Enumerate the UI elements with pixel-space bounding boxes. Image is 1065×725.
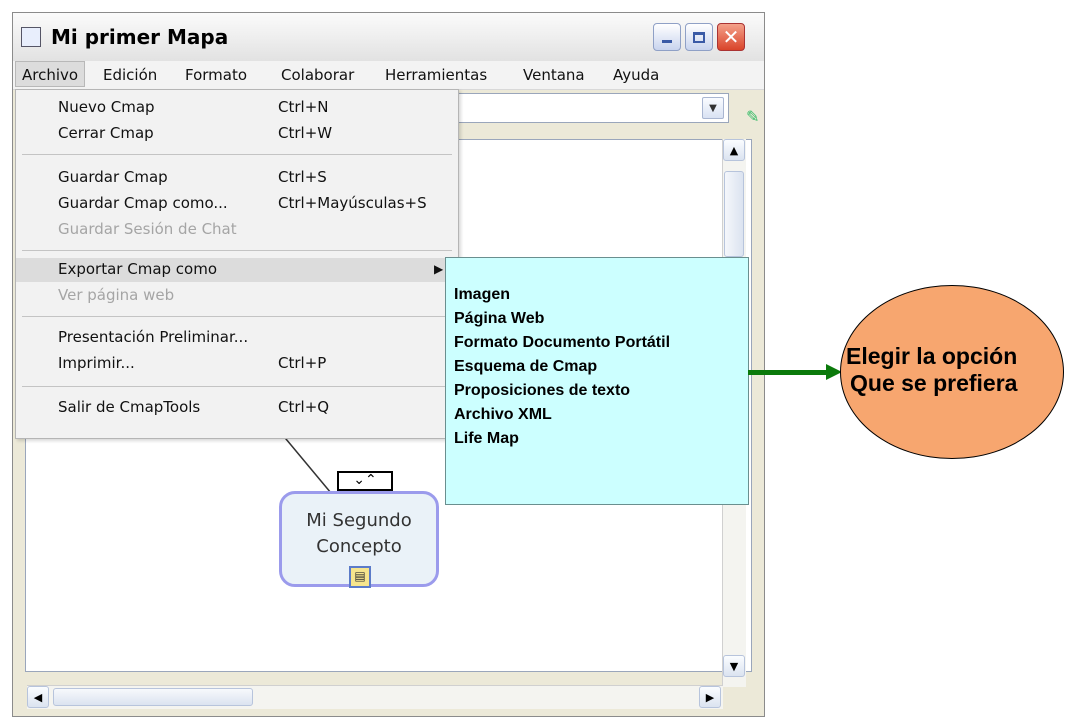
scroll-left-icon[interactable]: ◀ [27,686,49,708]
menu-item-guardar-cmap[interactable]: Guardar Cmap Ctrl+S [16,166,458,190]
menu-item-exportar-cmap[interactable]: Exportar Cmap como ▶ [16,258,458,282]
menu-separator [22,250,452,251]
submenu-item-imagen[interactable]: Imagen [454,286,510,304]
submenu-item-archivo-xml[interactable]: Archivo XML [454,406,552,424]
menu-item-ver-pagina-web: Ver página web [58,286,175,304]
callout-text: Elegir la opción Que se prefiera [846,343,1065,397]
submenu-item-esquema-cmap[interactable]: Esquema de Cmap [454,358,597,376]
archivo-menu: Nuevo Cmap Ctrl+N Cerrar Cmap Ctrl+W Gua… [15,89,459,439]
link-label-icon[interactable]: ⌄⌃ [337,471,393,491]
scroll-up-icon[interactable]: ▲ [723,139,745,161]
menu-item-salir[interactable]: Salir de CmapTools Ctrl+Q [16,396,458,420]
vertical-scroll-thumb[interactable] [724,171,744,257]
horizontal-scroll-thumb[interactable] [53,688,253,706]
callout-line2: Que se prefiera [850,370,1018,396]
menu-item-imprimir[interactable]: Imprimir... Ctrl+P [16,352,458,376]
application-window: Mi primer Mapa ✕ Archivo Edición Formato… [12,12,765,717]
pointer-arrow-line [748,370,832,375]
resource-icon[interactable]: ▤ [349,566,371,588]
submenu-item-proposiciones[interactable]: Proposiciones de texto [454,382,630,400]
callout-line1: Elegir la opción [846,343,1018,369]
scroll-right-icon[interactable]: ▶ [699,686,721,708]
menu-item-presentacion-preliminar[interactable]: Presentación Preliminar... [16,326,458,350]
submenu-item-pagina-web[interactable]: Página Web [454,310,544,328]
export-submenu: Imagen Página Web Formato Documento Port… [445,257,749,505]
submenu-item-pdf[interactable]: Formato Documento Portátil [454,334,670,352]
menu-separator [22,154,452,155]
concept-label-line1: Mi Segundo [306,510,412,531]
concept-label-line2: Concepto [316,536,402,557]
menu-item-guardar-sesion-chat: Guardar Sesión de Chat [58,220,237,238]
scroll-down-icon[interactable]: ▼ [723,655,745,677]
menu-item-guardar-cmap-como[interactable]: Guardar Cmap como... Ctrl+Mayúsculas+S [16,192,458,216]
menu-separator [22,316,452,317]
submenu-item-life-map[interactable]: Life Map [454,430,519,448]
menu-item-cerrar-cmap[interactable]: Cerrar Cmap Ctrl+W [16,122,458,146]
menu-item-nuevo-cmap[interactable]: Nuevo Cmap Ctrl+N [16,96,458,120]
submenu-arrow-icon: ▶ [434,262,444,276]
menu-separator [22,386,452,387]
concept-node[interactable]: Mi Segundo Concepto ▤ [279,491,439,588]
horizontal-scrollbar[interactable]: ◀ ▶ [27,685,723,709]
